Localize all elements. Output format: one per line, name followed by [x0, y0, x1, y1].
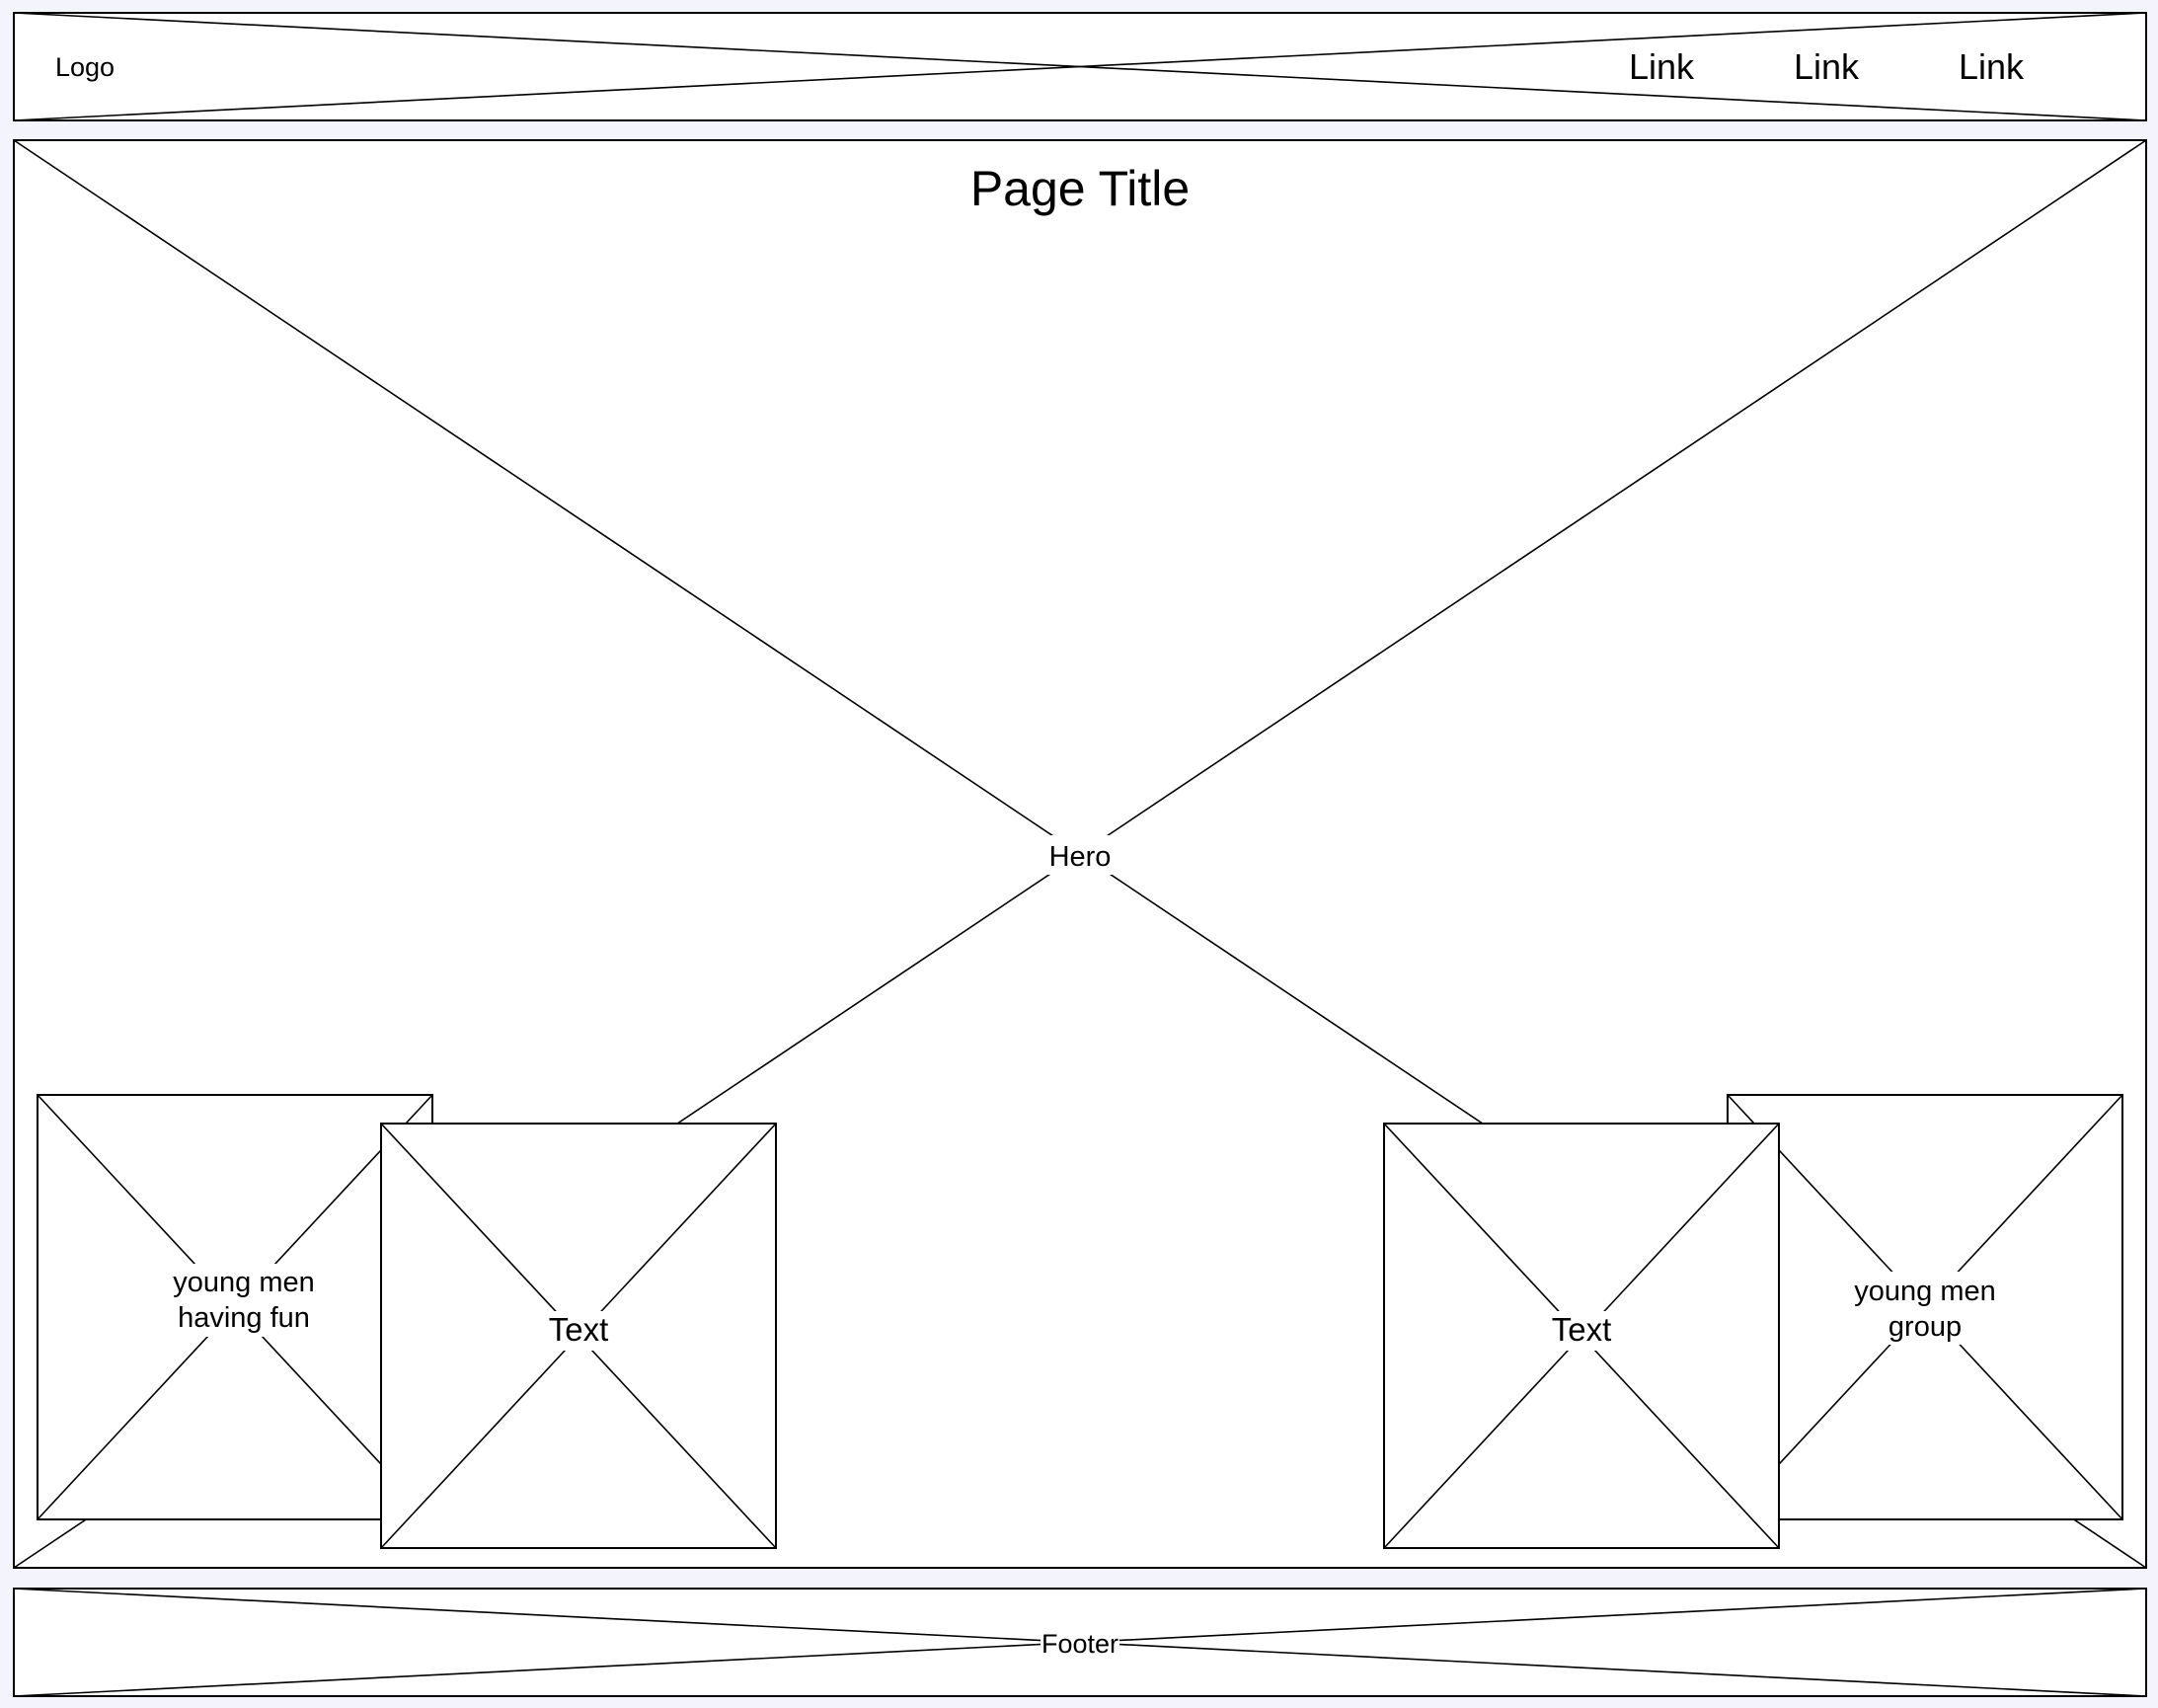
card-right-back-label-line-2: group — [1888, 1311, 1962, 1343]
wireframe-canvas: Logo Link Link Link Page Title Hero youn… — [13, 12, 2147, 1697]
card-right-front-label: Text — [1552, 1311, 1612, 1348]
page-title: Page Title — [970, 161, 1190, 216]
footer-label: Footer — [1041, 1629, 1118, 1659]
card-right-back-label-line-1: young men — [1854, 1276, 1996, 1307]
nav-link-1[interactable]: Link — [1629, 46, 1695, 87]
nav-link-2[interactable]: Link — [1794, 46, 1860, 87]
hero-label: Hero — [1049, 841, 1112, 873]
nav-link-3[interactable]: Link — [1959, 46, 2025, 87]
card-left-back-label-line-1: young men — [173, 1267, 315, 1298]
card-left-back-label-line-2: having fun — [178, 1302, 310, 1334]
card-left-front-label: Text — [549, 1311, 609, 1348]
logo[interactable]: Logo — [55, 52, 115, 82]
